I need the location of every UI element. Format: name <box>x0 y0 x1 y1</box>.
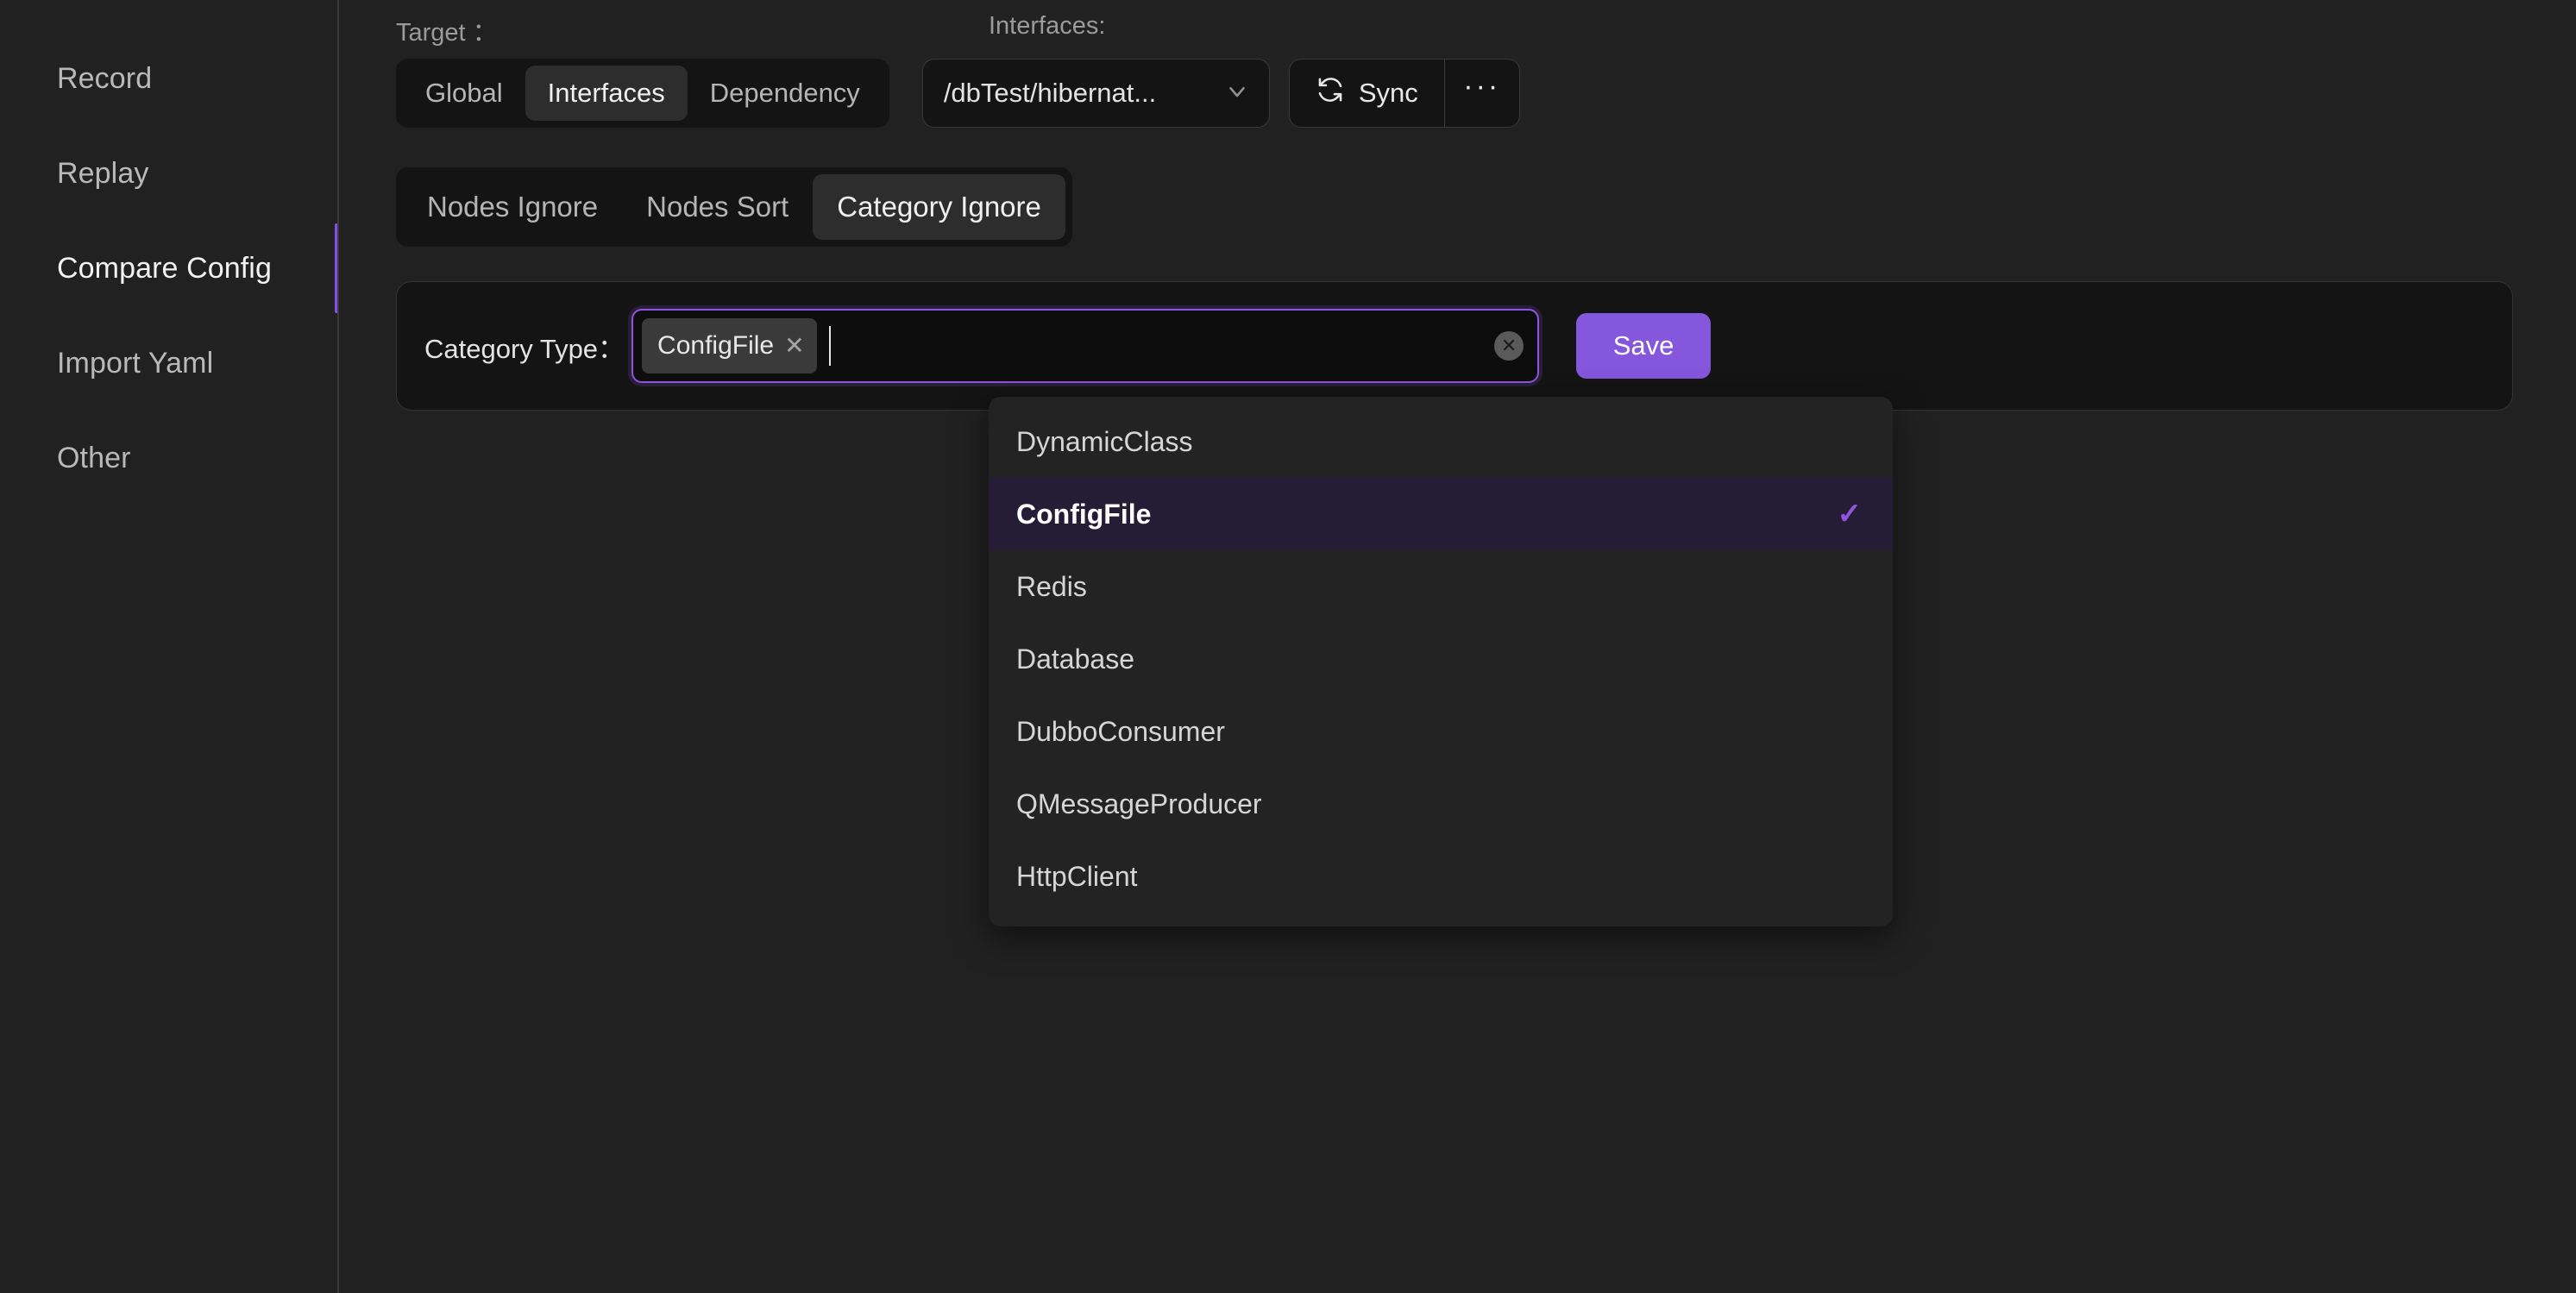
dropdown-option-label: DubboConsumer <box>1016 715 1225 747</box>
interfaces-label: Interfaces: <box>989 12 1106 40</box>
dropdown-option-label: QMessageProducer <box>1016 788 1262 819</box>
sidebar-item-label: Compare Config <box>57 251 272 285</box>
tab-interfaces[interactable]: Interfaces <box>525 66 688 121</box>
close-icon[interactable]: ✕ <box>784 334 804 358</box>
target-label: Target ： <box>396 19 498 47</box>
save-button[interactable]: Save <box>1576 313 1712 379</box>
dropdown-option-label: DynamicClass <box>1016 425 1193 457</box>
sidebar-item-compare-config[interactable]: Compare Config <box>0 221 339 316</box>
category-type-input[interactable]: ConfigFile ✕ ✕ <box>631 309 1540 383</box>
dropdown-option-label: HttpClient <box>1016 860 1138 892</box>
dropdown-option-qmessageproducer[interactable]: QMessageProducer ✓ <box>989 768 1893 840</box>
refresh-icon <box>1316 75 1345 111</box>
dropdown-option-label: Database <box>1016 643 1134 675</box>
clear-circle-icon[interactable]: ✕ <box>1494 331 1524 361</box>
sidebar-item-label: Replay <box>57 156 149 190</box>
sync-button-group: Sync ··· <box>1288 59 1520 128</box>
compare-config-subtabs: Nodes Ignore Nodes Sort Category Ignore <box>396 167 1072 247</box>
sidebar-item-record[interactable]: Record <box>0 31 339 126</box>
dropdown-option-configfile[interactable]: ConfigFile ✓ <box>989 478 1893 550</box>
category-ignore-panel: Category Type： ConfigFile ✕ ✕ Save <box>396 281 2513 411</box>
tag-label: ConfigFile <box>657 331 775 360</box>
tab-global[interactable]: Global <box>403 66 525 121</box>
toolbar-controls-row: Global Interfaces Dependency /dbTest/hib… <box>396 59 1520 128</box>
app-root: Record Replay Compare Config Import Yaml… <box>0 0 2576 1293</box>
dropdown-option-redis[interactable]: Redis ✓ <box>989 550 1893 623</box>
category-type-label: Category Type： <box>424 333 625 364</box>
sidebar-item-replay[interactable]: Replay <box>0 126 339 221</box>
sidebar: Record Replay Compare Config Import Yaml… <box>0 0 339 1293</box>
tab-category-ignore[interactable]: Category Ignore <box>813 174 1065 240</box>
check-icon: ✓ <box>1837 498 1863 530</box>
category-type-dropdown: DynamicClass ✓ ConfigFile ✓ Redis ✓ Data… <box>989 397 1893 926</box>
sidebar-item-label: Import Yaml <box>57 346 214 380</box>
chevron-down-icon <box>1224 78 1250 109</box>
sidebar-item-other[interactable]: Other <box>0 411 339 505</box>
tag-chip-configfile: ConfigFile ✕ <box>642 318 817 373</box>
tab-nodes-ignore[interactable]: Nodes Ignore <box>403 174 622 240</box>
dropdown-option-httpclient[interactable]: HttpClient ✓ <box>989 840 1893 913</box>
sidebar-item-label: Record <box>57 61 153 95</box>
sidebar-item-label: Other <box>57 441 131 474</box>
tab-nodes-sort[interactable]: Nodes Sort <box>622 174 813 240</box>
more-options-button[interactable]: ··· <box>1445 60 1519 127</box>
interfaces-select[interactable]: /dbTest/hibernat... <box>921 59 1270 128</box>
sidebar-item-import-yaml[interactable]: Import Yaml <box>0 316 339 411</box>
text-caret <box>828 326 831 366</box>
dropdown-option-label: ConfigFile <box>1016 498 1152 530</box>
interfaces-select-value: /dbTest/hibernat... <box>943 78 1157 108</box>
dropdown-option-label: Redis <box>1016 570 1087 602</box>
ellipsis-icon: ··· <box>1463 69 1501 103</box>
sync-label: Sync <box>1358 78 1418 108</box>
dropdown-option-dubboconsumer[interactable]: DubboConsumer ✓ <box>989 695 1893 768</box>
dropdown-option-dynamicclass[interactable]: DynamicClass ✓ <box>989 405 1893 478</box>
target-segmented-control: Global Interfaces Dependency <box>396 59 889 128</box>
tab-dependency[interactable]: Dependency <box>688 66 883 121</box>
sync-button[interactable]: Sync <box>1290 60 1444 127</box>
main-content: Target ： Interfaces: Global Interfaces D… <box>339 0 2576 1293</box>
dropdown-option-database[interactable]: Database ✓ <box>989 623 1893 695</box>
